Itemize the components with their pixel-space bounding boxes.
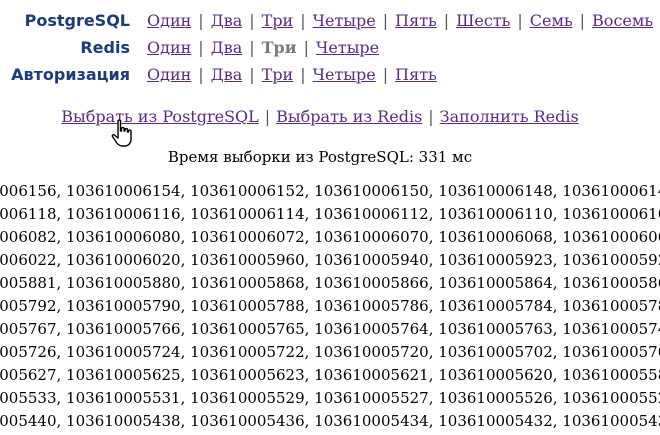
- separator: |: [382, 11, 389, 30]
- redis-link-4[interactable]: Четыре: [316, 38, 379, 57]
- auth-link-1[interactable]: Один: [147, 65, 191, 84]
- separator: |: [382, 65, 389, 84]
- postgresql-link-7[interactable]: Семь: [530, 11, 573, 30]
- postgresql-link-4[interactable]: Четыре: [313, 11, 376, 30]
- select-redis-link[interactable]: Выбрать из Redis: [276, 107, 422, 126]
- navigation-table: PostgreSQL Один | Два | Три | Четыре | Пять |…: [0, 7, 653, 88]
- separator: |: [198, 38, 204, 57]
- separator: |: [517, 11, 523, 30]
- nav-links-auth: Один | Два | Три | Четыре | Пять: [147, 65, 437, 84]
- separator: |: [300, 11, 306, 30]
- nav-links-postgresql: Один | Два | Три | Четыре | Пять | Шесть | Сем…: [147, 11, 653, 30]
- separator: |: [300, 65, 306, 84]
- separator: |: [249, 38, 255, 57]
- result-line: 103610005767, 103610005766, 103610005765…: [0, 320, 660, 338]
- separator: |: [428, 107, 434, 126]
- result-line: 103610005792, 103610005790, 103610005788…: [0, 297, 660, 315]
- hand-pointer-icon: [111, 119, 132, 147]
- auth-link-3[interactable]: Три: [262, 65, 294, 84]
- result-line: 103610005440, 103610005438, 103610005436…: [0, 412, 660, 430]
- auth-link-2[interactable]: Два: [211, 65, 243, 84]
- separator: |: [198, 65, 204, 84]
- postgresql-link-3[interactable]: Три: [262, 11, 294, 30]
- separator: |: [264, 107, 271, 126]
- nav-links-redis: Один | Два | Три | Четыре: [147, 38, 379, 57]
- auth-link-5[interactable]: Пять: [395, 65, 437, 84]
- separator: |: [303, 38, 309, 57]
- query-timing: Время выборки из PostgreSQL: 331 мс: [167, 148, 473, 166]
- nav-label-auth: Авторизация: [11, 65, 130, 84]
- separator: |: [579, 11, 586, 30]
- separator: |: [443, 11, 450, 30]
- result-line: 103610005627, 103610005625, 103610005623…: [0, 366, 660, 384]
- result-line: 103610006118, 103610006116, 103610006114…: [0, 205, 660, 223]
- result-line: 103610006022, 103610006020, 103610005960…: [0, 251, 660, 269]
- postgresql-link-1[interactable]: Один: [147, 11, 191, 30]
- fill-redis-link[interactable]: Заполнить Redis: [440, 107, 579, 126]
- redis-link-2[interactable]: Два: [211, 38, 243, 57]
- auth-link-4[interactable]: Четыре: [313, 65, 376, 84]
- nav-row-postgresql: PostgreSQL Один | Два | Три | Четыре | Пять |…: [0, 7, 653, 34]
- redis-current-page: Три: [261, 38, 297, 57]
- separator: |: [249, 65, 255, 84]
- results-list: 103610006156, 103610006154, 103610006152…: [0, 180, 660, 435]
- result-line: 103610005726, 103610005724, 103610005722…: [0, 343, 660, 361]
- result-line: 103610005533, 103610005531, 103610005529…: [0, 389, 660, 407]
- postgresql-link-8[interactable]: Восемь: [592, 11, 653, 30]
- postgresql-link-5[interactable]: Пять: [395, 11, 437, 30]
- postgresql-link-6[interactable]: Шесть: [456, 11, 510, 30]
- select-postgresql-link[interactable]: Выбрать из PostgreSQL: [61, 107, 258, 126]
- nav-row-redis: Redis Один | Два | Три | Четыре: [0, 34, 653, 61]
- action-links: Выбрать из PostgreSQL | Выбрать из Redis | З…: [0, 107, 640, 126]
- result-line: 103610006156, 103610006154, 103610006152…: [0, 182, 660, 200]
- nav-label-redis: Redis: [80, 38, 130, 57]
- postgresql-link-2[interactable]: Два: [211, 11, 243, 30]
- redis-link-1[interactable]: Один: [147, 38, 191, 57]
- separator: |: [198, 11, 204, 30]
- result-line: 103610006082, 103610006080, 103610006072…: [0, 228, 660, 246]
- nav-row-auth: Авторизация Один | Два | Три | Четыре | Пять: [0, 61, 653, 88]
- nav-label-postgresql: PostgreSQL: [24, 11, 130, 30]
- result-line: 103610005881, 103610005880, 103610005868…: [0, 274, 660, 292]
- separator: |: [249, 11, 255, 30]
